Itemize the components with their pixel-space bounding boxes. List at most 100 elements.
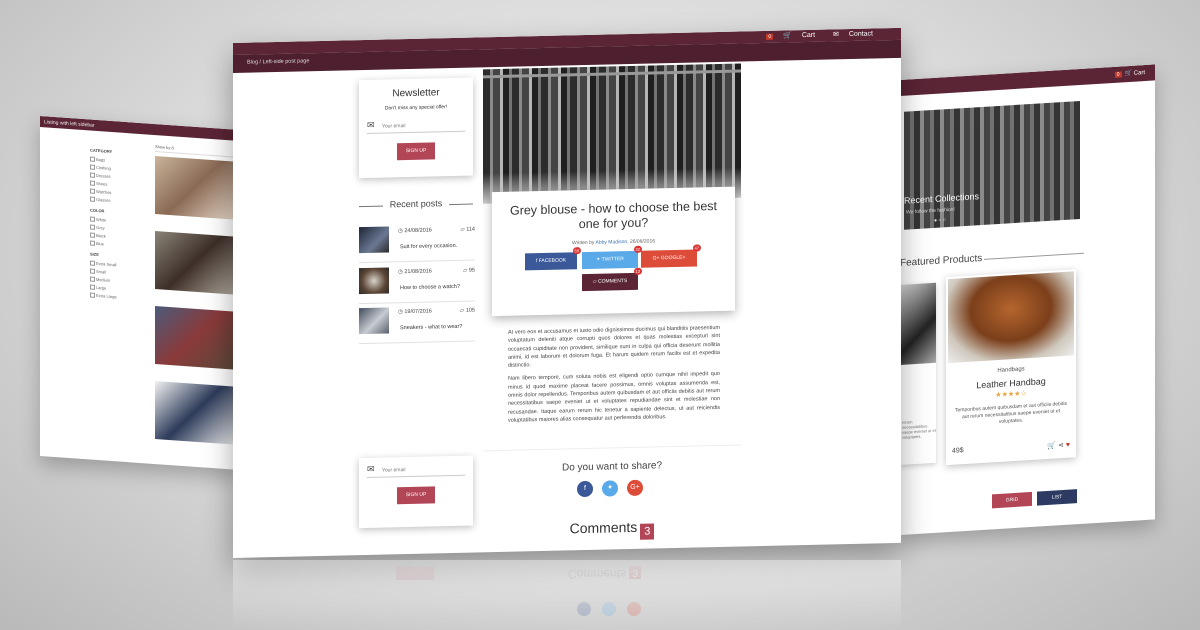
post-date: ◷ 21/08/2016 (398, 268, 432, 275)
post-header-card: Grey blouse - how to choose the best one… (492, 186, 735, 317)
product-description: Temporibus autem quibusdam et aut offici… (955, 400, 1067, 425)
filter-option[interactable]: Extra Large (90, 292, 150, 301)
comments-count: 3 (640, 523, 655, 540)
listing-topbar: Listing with left sidebar (40, 116, 240, 141)
recent-post-title[interactable]: Suit for every occasion. (400, 243, 457, 250)
list-view-button[interactable]: LIST (1037, 489, 1077, 506)
newsletter-title: Newsletter (392, 87, 440, 100)
share-icon[interactable]: ⋖ (1058, 442, 1064, 449)
sort-select[interactable]: Show by 8 (155, 144, 237, 158)
filter-sidebar: CATEGORY Bags Clothing Dresses Shoes Wat… (90, 141, 150, 304)
heart-icon[interactable]: ♥ (1066, 442, 1070, 449)
envelope-icon: ✉ (367, 463, 375, 474)
twitter-share-button[interactable]: ✦ TWITTER 32 (582, 245, 642, 270)
product-image[interactable] (948, 271, 1074, 364)
cart-link[interactable]: 0 🛒 Cart (1114, 69, 1145, 78)
twitter-label: TWITTER (601, 256, 624, 263)
comments-title: Comments (569, 518, 638, 537)
cart-icon: 🛒 (1124, 70, 1132, 78)
cart-badge: 0 (1114, 71, 1122, 78)
category-filter-heading: CATEGORY (90, 147, 113, 155)
share-buttons: f FACEBOOK 59 ✦ TWITTER 32 G+ GOOGLE+ 47 ▱ … (492, 244, 735, 292)
blog-post-page: 0 🛒 Cart ✉ Contact Blog / Left-side post … (233, 27, 901, 559)
recent-post-image[interactable] (359, 307, 389, 335)
cart-link[interactable]: 0 🛒 Cart (758, 32, 815, 40)
product-thumbnail[interactable] (155, 156, 233, 220)
product-actions[interactable]: 🛒 ⋖ ♥ (1047, 441, 1070, 450)
product-card[interactable]: rerum necessitatibus saepe eveniet ut et… (900, 282, 936, 465)
sign-up-button[interactable]: SIGN UP (397, 486, 435, 505)
clock-icon: ◷ (398, 309, 403, 316)
author-link[interactable]: Abby Madison (596, 239, 628, 246)
comments-label: COMMENTS (598, 278, 628, 285)
recent-post-item[interactable]: ◷ 21/08/2016 ▱ 95 How to choose a watch? (359, 265, 475, 305)
share-question: Do you want to share? (561, 460, 663, 474)
home-page-preview: 0 🛒 Cart Recent Collections We follow the… (900, 64, 1155, 535)
sign-up-button[interactable]: SIGN UP (397, 142, 435, 161)
post-hero-image (483, 63, 741, 204)
comments-button[interactable]: ▱ COMMENTS 13 (582, 267, 642, 292)
cart-badge: 0 (766, 33, 774, 40)
post-comment-count: ▱ 105 (460, 308, 475, 314)
recent-post-title[interactable]: Sneakers - what to wear? (400, 324, 462, 331)
contact-link[interactable]: ✉ Contact (825, 30, 873, 38)
recent-post-image[interactable] (359, 226, 389, 254)
recent-post-image[interactable] (359, 267, 389, 295)
filter-option[interactable]: Blue (90, 240, 150, 249)
size-filter-heading: SIZE (90, 251, 99, 258)
grid-view-button[interactable]: GRID (992, 491, 1032, 509)
byline-prefix: Written by (571, 239, 595, 247)
floor-reflection: Comments 3 (233, 560, 901, 630)
cart-icon[interactable]: 🛒 (1047, 442, 1056, 450)
collections-slider[interactable]: Recent Collections We follow the fashion… (904, 100, 1080, 230)
post-date-text: 19/07/2016 (404, 308, 432, 316)
post-comment-count-text: 114 (466, 226, 475, 233)
facebook-icon[interactable]: f (577, 480, 593, 498)
post-comment-count: ▱ 95 (463, 268, 475, 274)
newsletter-widget: Newsletter Don't miss any special offer!… (359, 77, 473, 179)
google-plus-icon[interactable]: G+ (627, 479, 643, 497)
slider-dots[interactable]: ● ○ ○ (934, 217, 946, 224)
post-title: Grey blouse - how to choose the best one… (509, 199, 718, 232)
recent-post-item[interactable]: ◷ 24/08/2016 ▱ 114 Suit for every occasi… (359, 224, 475, 264)
post-date: ◷ 24/08/2016 (398, 227, 432, 234)
product-footer: 49$ 🛒 ⋖ ♥ (952, 441, 1070, 455)
recent-post-item[interactable]: ◷ 19/07/2016 ▱ 105 Sneakers - what to we… (359, 305, 475, 345)
product-thumbnail[interactable] (155, 381, 233, 445)
recent-posts-title: Recent posts (359, 198, 473, 211)
product-thumbnail[interactable] (155, 231, 233, 295)
featured-products-title: Featured Products (900, 243, 1150, 269)
post-date-text: , 26/08/2016 (627, 238, 656, 246)
twitter-icon[interactable]: ✦ (602, 480, 618, 497)
divider (483, 444, 741, 452)
email-field[interactable]: ✉ Your email (367, 461, 465, 478)
envelope-icon: ✉ (367, 119, 375, 130)
slider-subcaption: We follow the fashion! (906, 206, 955, 216)
google-plus-share-button[interactable]: G+ GOOGLE+ 47 (641, 244, 701, 268)
post-date-text: 21/08/2016 (404, 268, 432, 276)
top-links: 0 🛒 Cart ✉ Contact (750, 29, 873, 40)
product-thumbnail[interactable] (155, 306, 233, 370)
post-comment-count: ▱ 114 (460, 227, 475, 233)
google-plus-label: GOOGLE+ (660, 254, 686, 262)
post-comment-count-text: 105 (465, 307, 475, 314)
post-body: At vero eos et accusamus et iusto odio d… (508, 324, 720, 430)
comment-icon: ▱ (460, 307, 465, 314)
recent-post-title[interactable]: How to choose a watch? (400, 284, 460, 291)
clock-icon: ◷ (398, 269, 403, 276)
product-card[interactable]: Handbags Leather Handbag ★★★★☆ Temporibu… (946, 269, 1076, 466)
email-field[interactable]: ✉ Your email (367, 117, 465, 134)
post-paragraph: At vero eos et accusamus et iusto odio d… (508, 324, 720, 369)
cart-icon: 🛒 (783, 32, 792, 40)
comment-icon: ▱ (463, 267, 468, 274)
product-price: 49$ (952, 447, 964, 455)
filter-option[interactable]: Glasses (90, 196, 150, 205)
email-placeholder: Your email (382, 123, 406, 130)
product-image (900, 282, 936, 365)
email-placeholder: Your email (382, 467, 406, 474)
comment-icon: ▱ (592, 278, 597, 285)
facebook-label: FACEBOOK (538, 257, 567, 265)
facebook-share-button[interactable]: f FACEBOOK 59 (525, 247, 581, 271)
post-date: ◷ 19/07/2016 (398, 308, 432, 315)
home-topbar: 0 🛒 Cart (900, 64, 1155, 96)
